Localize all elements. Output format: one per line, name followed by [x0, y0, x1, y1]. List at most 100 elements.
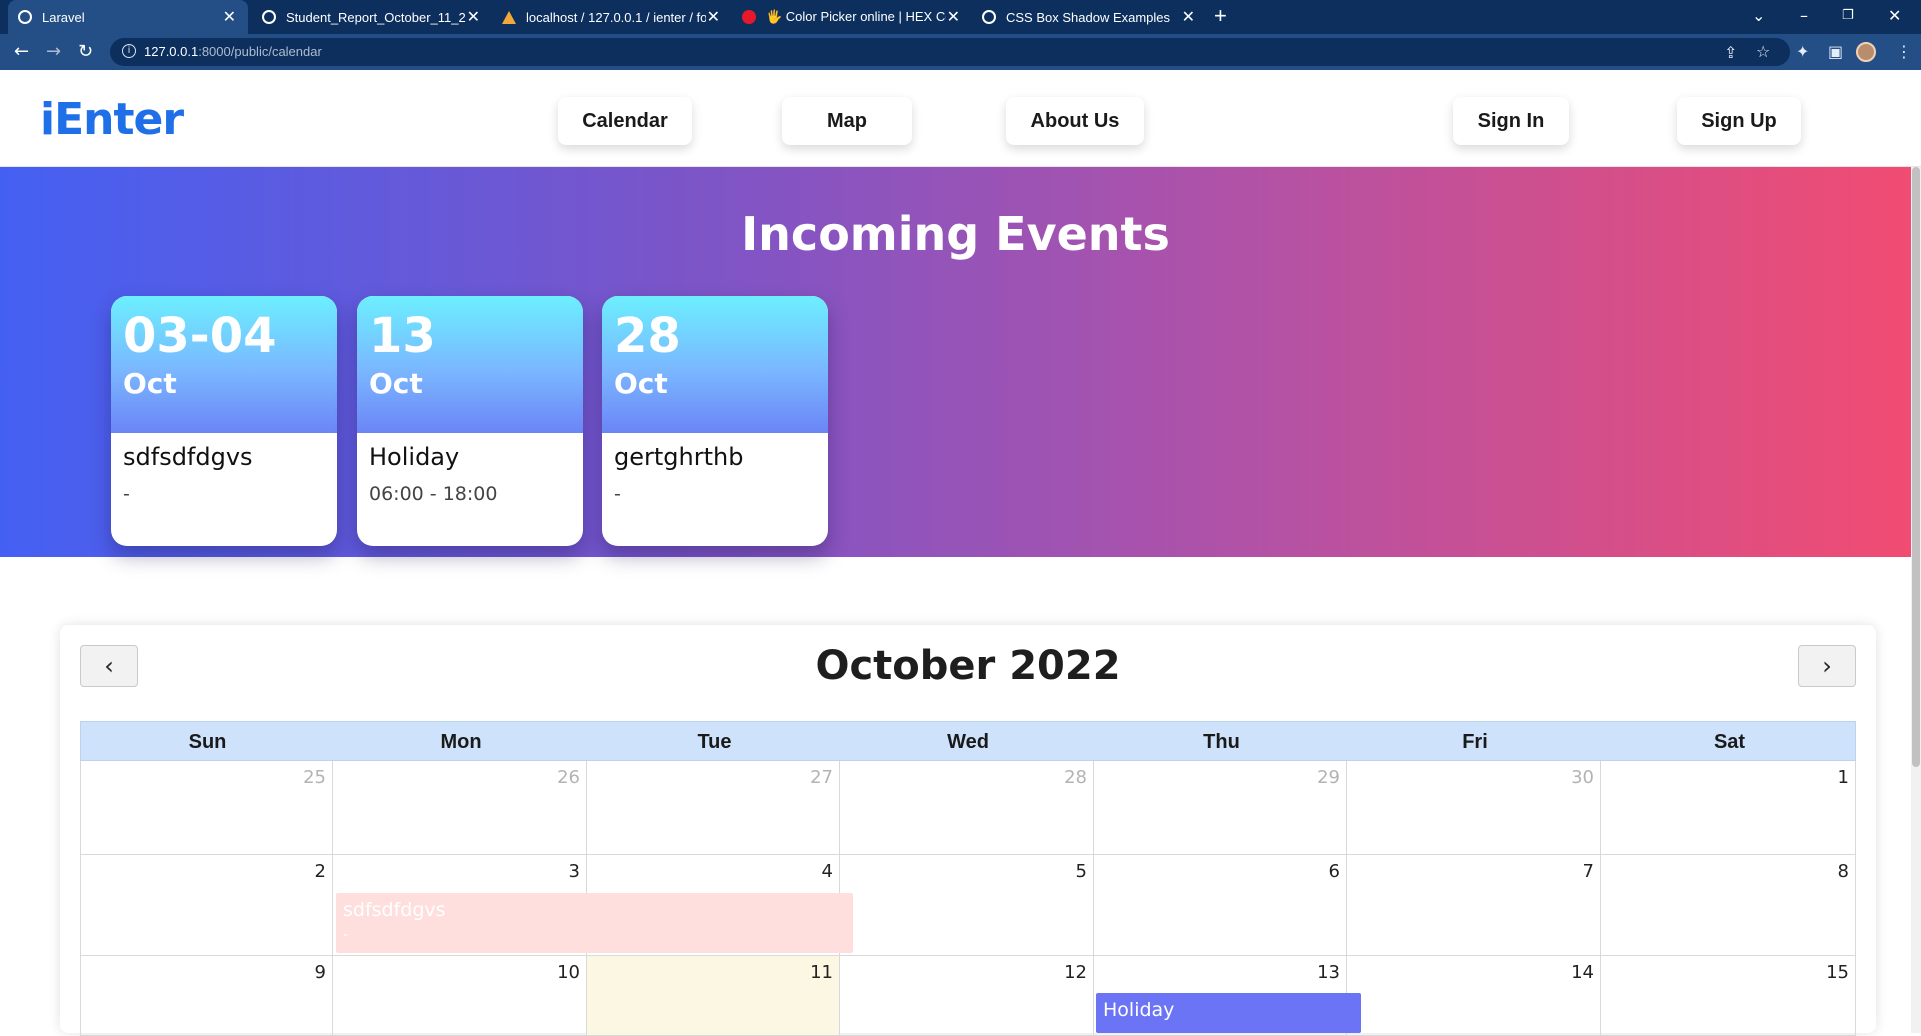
day-number: 3: [568, 861, 580, 882]
back-icon[interactable]: ←: [14, 41, 29, 62]
day-cell[interactable]: 28: [840, 761, 1094, 855]
calendar-event[interactable]: sdfsdfdgvs -: [336, 893, 853, 953]
day-cell[interactable]: 7: [1347, 855, 1601, 956]
weekday-label: Mon: [440, 731, 482, 753]
menu-icon[interactable]: ⋮: [1896, 42, 1912, 61]
tab-title: localhost / 127.0.0.1 / ienter / for: [526, 9, 706, 25]
day-cell[interactable]: 10: [333, 956, 587, 1036]
day-number: 11: [810, 962, 833, 983]
globe-icon: [18, 10, 32, 24]
address-bar: ← → ↻ i 127.0.0.1:8000/public/calendar ⇪…: [0, 34, 1921, 70]
url-host: 127.0.0.1: [144, 44, 199, 59]
day-cell[interactable]: 8: [1601, 855, 1856, 956]
close-icon[interactable]: ✕: [223, 7, 236, 27]
close-icon[interactable]: ✕: [467, 7, 480, 27]
scrollbar-thumb[interactable]: [1912, 167, 1920, 767]
day-number: 29: [1317, 767, 1340, 788]
globe-icon: [262, 10, 276, 24]
day-cell[interactable]: 30: [1347, 761, 1601, 855]
url-input[interactable]: i 127.0.0.1:8000/public/calendar ⇪ ☆: [110, 38, 1790, 66]
day-cell[interactable]: 14: [1347, 956, 1601, 1036]
info-icon[interactable]: i: [122, 44, 136, 58]
browser-tab[interactable]: localhost / 127.0.0.1 / ienter / for ✕: [492, 0, 732, 34]
day-number: 14: [1571, 962, 1594, 983]
day-cell[interactable]: 26: [333, 761, 587, 855]
day-number: 30: [1571, 767, 1594, 788]
tab-title: CSS Box Shadow Examples: [1006, 9, 1171, 25]
share-icon[interactable]: ⇪: [1724, 43, 1737, 62]
browser-tab[interactable]: Student_Report_October_11_202 ✕: [252, 0, 492, 34]
browser-tab[interactable]: 🖐 Color Picker online | HEX Colo ✕: [732, 0, 972, 34]
day-cell-today[interactable]: 11: [587, 956, 840, 1036]
event-card[interactable]: 28 Oct gertghrthb -: [602, 296, 828, 546]
day-number: 15: [1826, 962, 1849, 983]
nav-map[interactable]: Map: [782, 97, 912, 145]
close-window-icon[interactable]: ✕: [1888, 6, 1901, 25]
site-navbar: iEnter Calendar Map About Us Sign In Sig…: [0, 70, 1921, 167]
site-logo[interactable]: iEnter: [40, 94, 184, 145]
day-cell[interactable]: 29: [1094, 761, 1347, 855]
day-number: 1: [1837, 767, 1849, 788]
day-cell[interactable]: 2: [80, 855, 333, 956]
browser-tab-bar: Laravel ✕ Student_Report_October_11_202 …: [0, 0, 1921, 34]
sign-up-button[interactable]: Sign Up: [1677, 97, 1801, 145]
event-time: -: [123, 483, 130, 505]
new-tab-icon[interactable]: +: [1214, 3, 1227, 29]
day-number: 25: [303, 767, 326, 788]
star-icon[interactable]: ☆: [1756, 42, 1770, 61]
sign-in-button[interactable]: Sign In: [1453, 97, 1569, 145]
extensions-icon[interactable]: ✦: [1796, 42, 1809, 61]
nav-about-us[interactable]: About Us: [1006, 97, 1144, 145]
event-card[interactable]: 13 Oct Holiday 06:00 - 18:00: [357, 296, 583, 546]
weekday-header: Sun Mon Tue Wed Thu Fri Sat: [80, 721, 1856, 761]
close-icon[interactable]: ✕: [1182, 7, 1195, 27]
day-cell[interactable]: 15: [1601, 956, 1856, 1036]
minimize-icon[interactable]: –: [1800, 6, 1808, 25]
day-cell[interactable]: 25: [80, 761, 333, 855]
chevron-down-icon[interactable]: ⌄: [1752, 6, 1765, 25]
day-number: 27: [810, 767, 833, 788]
page-scrollbar[interactable]: [1911, 167, 1921, 1033]
event-date: 13 Oct: [357, 296, 583, 433]
event-date: 03-04 Oct: [111, 296, 337, 433]
weekday-label: Sun: [188, 731, 227, 753]
day-number: 26: [557, 767, 580, 788]
day-cell[interactable]: 9: [80, 956, 333, 1036]
tab-title: 🖐 Color Picker online | HEX Colo: [766, 9, 946, 24]
day-cell[interactable]: 12: [840, 956, 1094, 1036]
next-month-button[interactable]: ›: [1798, 645, 1856, 687]
url-path: :8000/public/calendar: [198, 44, 322, 59]
avatar[interactable]: [1856, 42, 1876, 62]
weekday-label: Thu: [1203, 731, 1240, 753]
weekday-label: Sat: [1713, 731, 1746, 753]
browser-tab[interactable]: Laravel ✕: [8, 0, 248, 34]
phpmyadmin-icon: [502, 10, 516, 24]
close-icon[interactable]: ✕: [947, 7, 960, 27]
event-date: 28 Oct: [602, 296, 828, 433]
side-panel-icon[interactable]: ▣: [1828, 42, 1843, 61]
day-cell[interactable]: 5: [840, 855, 1094, 956]
incoming-events-section: Incoming Events 03-04 Oct sdfsdfdgvs - 1…: [0, 167, 1911, 557]
forward-icon[interactable]: →: [46, 41, 61, 62]
weekday-label: Wed: [947, 731, 989, 753]
event-name: gertghrthb: [614, 443, 744, 471]
day-number: 5: [1075, 861, 1087, 882]
close-icon[interactable]: ✕: [707, 7, 720, 27]
color-picker-icon: [742, 10, 756, 24]
reload-icon[interactable]: ↻: [78, 41, 93, 62]
event-time: -: [614, 483, 621, 505]
event-card[interactable]: 03-04 Oct sdfsdfdgvs -: [111, 296, 337, 546]
day-cell[interactable]: 6: [1094, 855, 1347, 956]
day-cell[interactable]: 1: [1601, 761, 1856, 855]
event-title: Holiday: [1103, 999, 1175, 1021]
event-name: Holiday: [369, 443, 460, 471]
event-time: 06:00 - 18:00: [369, 483, 498, 505]
restore-icon[interactable]: ❐: [1842, 8, 1854, 23]
chevron-right-icon: ›: [1822, 652, 1832, 680]
day-number: 12: [1064, 962, 1087, 983]
browser-tab[interactable]: CSS Box Shadow Examples ✕: [972, 0, 1207, 34]
section-title: Incoming Events: [741, 207, 1170, 261]
nav-calendar[interactable]: Calendar: [558, 97, 692, 145]
calendar-event[interactable]: Holiday: [1096, 993, 1361, 1033]
day-cell[interactable]: 27: [587, 761, 840, 855]
